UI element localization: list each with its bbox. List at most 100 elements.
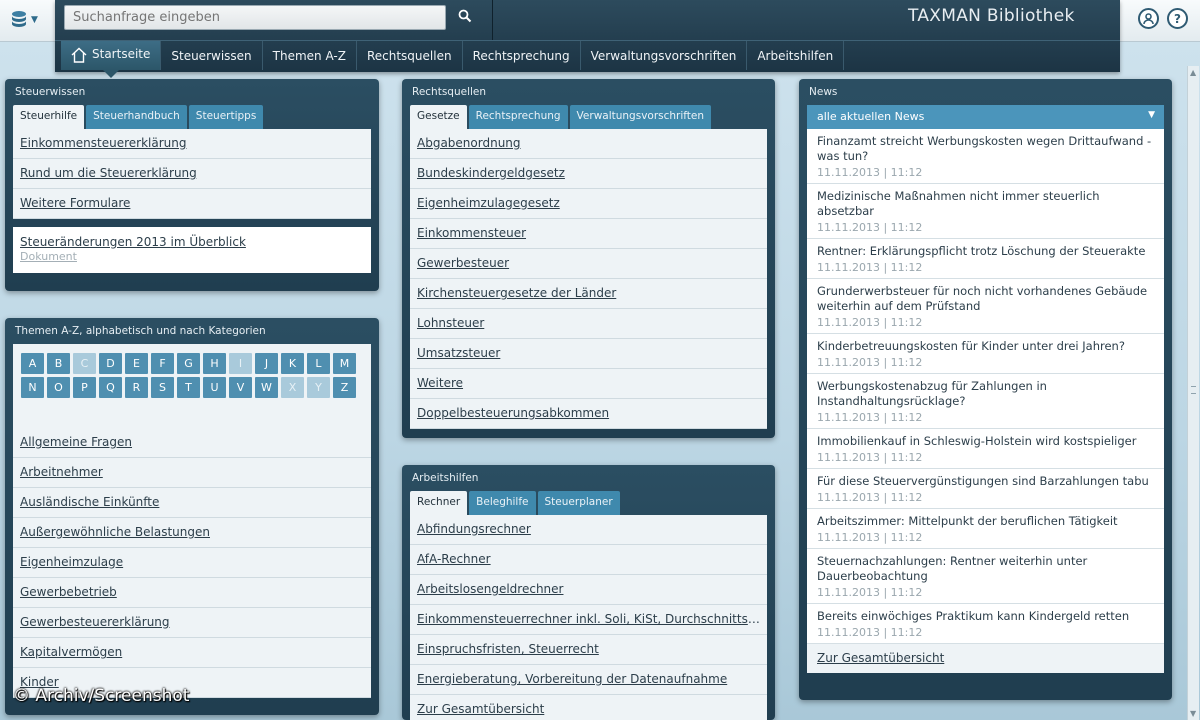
letter-button-z[interactable]: Z: [333, 377, 356, 398]
nav-startseite[interactable]: Startseite: [61, 41, 162, 78]
list-item[interactable]: Eigenheimzulagegesetz: [410, 189, 767, 219]
list-item[interactable]: Weitere: [410, 369, 767, 399]
news-item[interactable]: Arbeitszimmer: Mittelpunkt der beruflich…: [807, 509, 1164, 549]
list-item[interactable]: Einspruchsfristen, Steuerrecht: [410, 635, 767, 665]
letter-button-b[interactable]: B: [47, 353, 70, 374]
tab-steuerhandbuch[interactable]: Steuerhandbuch: [86, 105, 187, 129]
news-item[interactable]: Rentner: Erklärungspflicht trotz Löschun…: [807, 239, 1164, 279]
letter-button-v[interactable]: V: [229, 377, 252, 398]
news-item[interactable]: Werbungskostenabzug für Zahlungen in Ins…: [807, 374, 1164, 429]
letter-button-m[interactable]: M: [333, 353, 356, 374]
letter-button-k[interactable]: K: [281, 353, 304, 374]
tab-rechtsprechung[interactable]: Rechtsprechung: [468, 105, 568, 129]
news-filter-dropdown[interactable]: alle aktuellen News ▼: [807, 105, 1164, 129]
news-item[interactable]: Für diese Steuervergünstigungen sind Bar…: [807, 469, 1164, 509]
scroll-grip-icon[interactable]: [1191, 386, 1196, 394]
list-item[interactable]: Rund um die Steuererklärung: [13, 159, 371, 189]
help-icon[interactable]: ?: [1167, 8, 1188, 29]
list-item[interactable]: Einkommensteuer: [410, 219, 767, 249]
letter-button-l[interactable]: L: [307, 353, 330, 374]
search-input[interactable]: [64, 5, 446, 30]
news-title[interactable]: Finanzamt streicht Werbungskosten wegen …: [817, 134, 1154, 164]
letter-button-d[interactable]: D: [99, 353, 122, 374]
tab-beleghilfe[interactable]: Beleghilfe: [469, 491, 536, 515]
document-title[interactable]: Steueränderungen 2013 im Überblick: [20, 235, 364, 249]
tab-gesetze[interactable]: Gesetze: [410, 105, 467, 129]
tab-steuerhilfe[interactable]: Steuerhilfe: [13, 105, 85, 129]
news-item[interactable]: Steuernachzahlungen: Rentner weiterhin u…: [807, 549, 1164, 604]
page-scrollbar[interactable]: ▲ ▼: [1187, 66, 1199, 720]
news-title[interactable]: Immobilienkauf in Schleswig-Holstein wir…: [817, 434, 1154, 449]
list-item[interactable]: Gewerbebetrieb: [13, 578, 371, 608]
list-item[interactable]: Arbeitslosengeldrechner: [410, 575, 767, 605]
news-title[interactable]: Grunderwerbsteuer für noch nicht vorhand…: [817, 284, 1154, 314]
library-menu-button[interactable]: ▼: [10, 9, 46, 31]
letter-button-h[interactable]: H: [203, 353, 226, 374]
scroll-up-arrow-icon[interactable]: ▲: [1190, 68, 1196, 77]
news-title[interactable]: Steuernachzahlungen: Rentner weiterhin u…: [817, 554, 1154, 584]
list-item[interactable]: Allgemeine Fragen: [13, 428, 371, 458]
news-title[interactable]: Rentner: Erklärungspflicht trotz Löschun…: [817, 244, 1154, 259]
letter-button-j[interactable]: J: [255, 353, 278, 374]
list-item[interactable]: Eigenheimzulage: [13, 548, 371, 578]
news-overview-link[interactable]: Zur Gesamtübersicht: [807, 644, 1164, 673]
nav-rechtsprechung[interactable]: Rechtsprechung: [463, 41, 581, 70]
letter-button-o[interactable]: O: [47, 377, 70, 398]
nav-steuerwissen[interactable]: Steuerwissen: [161, 41, 263, 70]
letter-button-e[interactable]: E: [125, 353, 148, 374]
letter-button-u[interactable]: U: [203, 377, 226, 398]
tab-verwaltungsvorschriften[interactable]: Verwaltungsvorschriften: [569, 105, 712, 129]
news-item[interactable]: Kinderbetreuungskosten für Kinder unter …: [807, 334, 1164, 374]
list-item[interactable]: Energieberatung, Vorbereitung der Datena…: [410, 665, 767, 695]
search-button[interactable]: [453, 6, 477, 28]
nav-rechtsquellen[interactable]: Rechtsquellen: [357, 41, 463, 70]
news-item[interactable]: Immobilienkauf in Schleswig-Holstein wir…: [807, 429, 1164, 469]
list-item[interactable]: Weitere Formulare: [13, 189, 371, 219]
news-title[interactable]: Kinderbetreuungskosten für Kinder unter …: [817, 339, 1154, 354]
list-item[interactable]: Doppelbesteuerungsabkommen: [410, 399, 767, 429]
nav-verwaltungsvorschriften[interactable]: Verwaltungsvorschriften: [581, 41, 748, 70]
news-item[interactable]: Bereits einwöchiges Praktikum kann Kinde…: [807, 604, 1164, 644]
list-item[interactable]: Abfindungsrechner: [410, 515, 767, 545]
user-icon[interactable]: [1138, 8, 1159, 29]
list-item[interactable]: Kapitalvermögen: [13, 638, 371, 668]
letter-button-s[interactable]: S: [151, 377, 174, 398]
list-item[interactable]: Arbeitnehmer: [13, 458, 371, 488]
news-item[interactable]: Medizinische Maßnahmen nicht immer steue…: [807, 184, 1164, 239]
letter-button-w[interactable]: W: [255, 377, 278, 398]
list-item[interactable]: Gewerbesteuer: [410, 249, 767, 279]
tab-steuertipps[interactable]: Steuertipps: [188, 105, 264, 129]
letter-button-n[interactable]: N: [21, 377, 44, 398]
news-title[interactable]: Werbungskostenabzug für Zahlungen in Ins…: [817, 379, 1154, 409]
letter-button-g[interactable]: G: [177, 353, 200, 374]
letter-button-q[interactable]: Q: [99, 377, 122, 398]
tab-rechner[interactable]: Rechner: [410, 491, 468, 515]
news-title[interactable]: Arbeitszimmer: Mittelpunkt der beruflich…: [817, 514, 1154, 529]
list-item[interactable]: Einkommensteuererklärung: [13, 129, 371, 159]
list-item[interactable]: Umsatzsteuer: [410, 339, 767, 369]
news-item[interactable]: Finanzamt streicht Werbungskosten wegen …: [807, 129, 1164, 184]
letter-button-t[interactable]: T: [177, 377, 200, 398]
list-item[interactable]: Außergewöhnliche Belastungen: [13, 518, 371, 548]
list-item[interactable]: Zur Gesamtübersicht: [410, 695, 767, 720]
letter-button-r[interactable]: R: [125, 377, 148, 398]
tab-steuerplaner[interactable]: Steuerplaner: [537, 491, 620, 515]
list-item[interactable]: Abgabenordnung: [410, 129, 767, 159]
letter-button-f[interactable]: F: [151, 353, 174, 374]
news-title[interactable]: Für diese Steuervergünstigungen sind Bar…: [817, 474, 1154, 489]
letter-button-a[interactable]: A: [21, 353, 44, 374]
nav-themen-a-z[interactable]: Themen A-Z: [263, 41, 357, 70]
scroll-down-arrow-icon[interactable]: ▼: [1190, 709, 1196, 718]
nav-arbeitshilfen[interactable]: Arbeitshilfen: [747, 41, 845, 70]
list-item[interactable]: Bundeskindergeldgesetz: [410, 159, 767, 189]
news-title[interactable]: Bereits einwöchiges Praktikum kann Kinde…: [817, 609, 1154, 624]
list-item[interactable]: Lohnsteuer: [410, 309, 767, 339]
news-title[interactable]: Medizinische Maßnahmen nicht immer steue…: [817, 189, 1154, 219]
featured-document[interactable]: Steueränderungen 2013 im Überblick Dokum…: [13, 227, 371, 273]
list-item[interactable]: Ausländische Einkünfte: [13, 488, 371, 518]
news-item[interactable]: Grunderwerbsteuer für noch nicht vorhand…: [807, 279, 1164, 334]
list-item[interactable]: Gewerbesteuererklärung: [13, 608, 371, 638]
letter-button-p[interactable]: P: [73, 377, 96, 398]
list-item[interactable]: AfA-Rechner: [410, 545, 767, 575]
list-item[interactable]: Kirchensteuergesetze der Länder: [410, 279, 767, 309]
